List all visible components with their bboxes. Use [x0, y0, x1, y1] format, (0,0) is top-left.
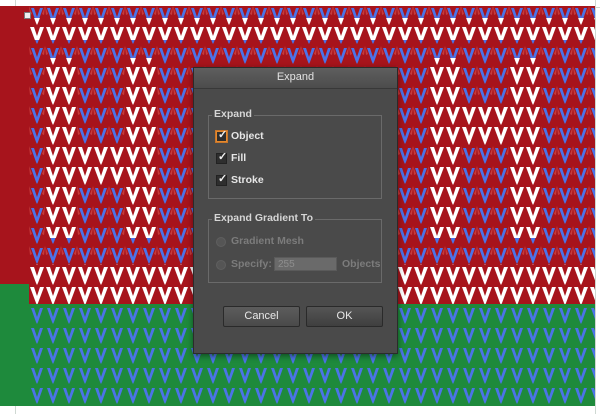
- check-icon: ✓: [218, 151, 228, 163]
- expand-group-label: Expand: [212, 108, 254, 120]
- cancel-button[interactable]: Cancel: [223, 306, 300, 327]
- dialog-title: Expand: [276, 71, 315, 83]
- stroke-checkbox[interactable]: ✓: [216, 173, 228, 186]
- stroke-checkbox-row[interactable]: ✓ Stroke: [216, 173, 336, 190]
- gradient-mesh-radio-row[interactable]: Gradient Mesh: [216, 235, 366, 251]
- fill-checkbox-row[interactable]: ✓ Fill: [216, 151, 336, 168]
- fill-checkbox-label: Fill: [231, 152, 247, 164]
- expand-gradient-group-label: Expand Gradient To: [212, 212, 315, 224]
- specify-radio[interactable]: [216, 260, 226, 270]
- check-icon: ✓: [218, 129, 228, 141]
- guide-line-vertical: [595, 0, 596, 414]
- object-checkbox[interactable]: ✓: [216, 129, 228, 142]
- ok-button[interactable]: OK: [306, 306, 383, 327]
- artboard-corner-icon: [24, 12, 31, 19]
- artwork-green-band-edge: [0, 284, 29, 406]
- specify-objects-input[interactable]: [274, 257, 337, 271]
- gradient-mesh-radio[interactable]: [216, 237, 226, 247]
- gradient-mesh-label: Gradient Mesh: [231, 235, 304, 247]
- specify-radio-row[interactable]: Specify: Objects: [216, 257, 381, 274]
- specify-label: Specify:: [231, 258, 272, 270]
- check-icon: ✓: [218, 173, 228, 185]
- object-checkbox-row[interactable]: ✓ Object: [216, 129, 336, 146]
- stroke-checkbox-label: Stroke: [231, 174, 264, 186]
- objects-label: Objects: [342, 258, 381, 270]
- expand-dialog: Expand Expand ✓ Object ✓ Fill ✓ Stroke E…: [193, 67, 398, 354]
- fill-checkbox[interactable]: ✓: [216, 151, 228, 164]
- artwork-red-band-edge: [0, 6, 29, 284]
- dialog-titlebar[interactable]: Expand: [194, 68, 397, 89]
- object-checkbox-label: Object: [231, 130, 264, 142]
